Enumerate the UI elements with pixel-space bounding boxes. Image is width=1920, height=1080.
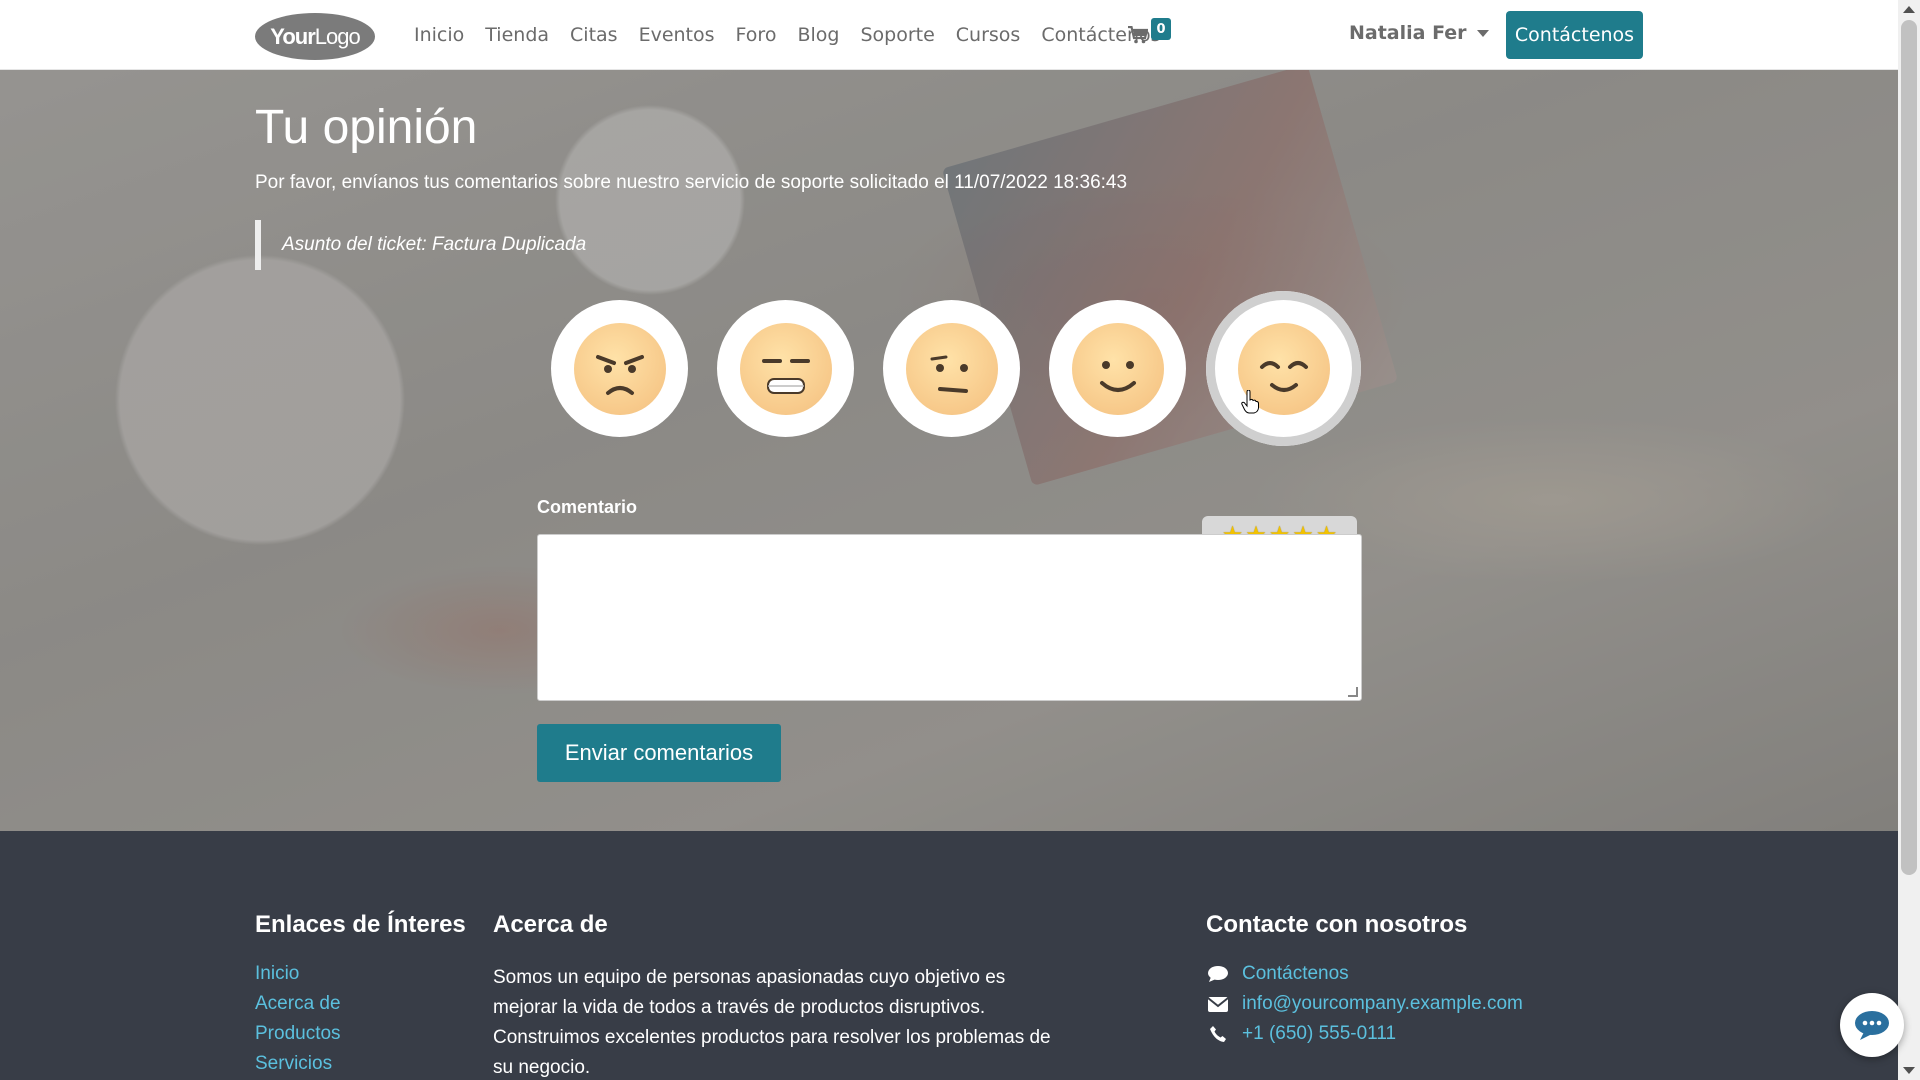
footer-about-text: Somos un equipo de personas apasionadas … bbox=[493, 967, 1051, 1078]
comment-label: Comentario bbox=[537, 497, 638, 517]
nav-link-tienda[interactable]: Tienda bbox=[485, 24, 549, 46]
nav-link-citas[interactable]: Citas bbox=[570, 24, 618, 46]
nav-link-blog[interactable]: Blog bbox=[797, 24, 839, 46]
ticket-subject-quote: Asunto del ticket: Factura Duplicada bbox=[255, 220, 586, 270]
contact-us-button[interactable]: Contáctenos bbox=[1506, 11, 1643, 59]
contact-phone: +1 (650) 555-0111 bbox=[1242, 1023, 1397, 1044]
footer-links-title: Enlaces de Ínteres bbox=[255, 911, 466, 938]
footer-link-servicios[interactable]: Servicios bbox=[255, 1053, 341, 1080]
nav-link-foro[interactable]: Foro bbox=[736, 24, 777, 46]
page-title: Tu opinión bbox=[255, 101, 478, 154]
footer-contact-link[interactable]: Contáctenos bbox=[1206, 963, 1349, 985]
rating-option-5[interactable] bbox=[1206, 291, 1361, 446]
logo-rest-text: Logo bbox=[314, 23, 361, 49]
chat-bubble-icon bbox=[1855, 1011, 1889, 1040]
page-scrollbar[interactable] bbox=[1898, 0, 1920, 1080]
feedback-hero-section: Tu opinión Por favor, envíanos tus comen… bbox=[0, 70, 1898, 831]
footer-phone-link[interactable]: +1 (650) 555-0111 bbox=[1206, 1023, 1396, 1045]
nav-link-cursos[interactable]: Cursos bbox=[956, 24, 1021, 46]
feedback-request-text: Por favor, envíanos tus comentarios sobr… bbox=[255, 172, 1128, 193]
angry-face-icon bbox=[573, 322, 666, 415]
hand-cursor-icon bbox=[1241, 390, 1259, 414]
footer-contact-title: Contacte con nosotros bbox=[1206, 911, 1468, 938]
rating-option-2[interactable] bbox=[717, 300, 854, 437]
grimacing-face-icon bbox=[739, 322, 832, 415]
footer-link-acerca[interactable]: Acerca de bbox=[255, 993, 341, 1023]
scroll-down-arrow-icon[interactable] bbox=[1903, 1067, 1915, 1074]
phone-icon bbox=[1206, 1026, 1230, 1042]
logo-bold-text: Your bbox=[270, 23, 315, 49]
cart-count-badge: 0 bbox=[1151, 18, 1171, 40]
submit-feedback-button[interactable]: Enviar comentarios bbox=[537, 724, 781, 782]
user-dropdown[interactable]: Natalia Fer bbox=[1349, 22, 1489, 44]
neutral-face-icon bbox=[905, 322, 998, 415]
nav-link-soporte[interactable]: Soporte bbox=[860, 24, 934, 46]
footer-email-link[interactable]: info@yourcompany.example.com bbox=[1206, 993, 1523, 1015]
nav-link-eventos[interactable]: Eventos bbox=[639, 24, 715, 46]
comment-textarea[interactable] bbox=[537, 534, 1362, 701]
footer-link-productos[interactable]: Productos bbox=[255, 1023, 341, 1053]
user-name: Natalia Fer bbox=[1349, 22, 1467, 44]
main-menu: Inicio Tienda Citas Eventos Foro Blog So… bbox=[414, 0, 1182, 70]
scrollbar-thumb[interactable] bbox=[1901, 20, 1917, 875]
nav-link-inicio[interactable]: Inicio bbox=[414, 24, 464, 46]
top-navbar: Your Logo Inicio Tienda Citas Eventos For… bbox=[0, 0, 1898, 70]
footer-link-inicio[interactable]: Inicio bbox=[255, 963, 341, 993]
chevron-down-icon bbox=[1476, 29, 1489, 37]
contact-link-label: Contáctenos bbox=[1242, 963, 1349, 984]
rating-option-1[interactable] bbox=[551, 300, 688, 437]
company-logo[interactable]: Your Logo bbox=[255, 13, 375, 60]
slightly-smiling-face-icon bbox=[1071, 322, 1164, 415]
contact-email: info@yourcompany.example.com bbox=[1242, 993, 1523, 1014]
rating-option-3[interactable] bbox=[883, 300, 1020, 437]
scroll-up-arrow-icon[interactable] bbox=[1903, 6, 1915, 13]
site-footer: Enlaces de Ínteres Inicio Acerca de Prod… bbox=[0, 831, 1898, 1080]
cart-button[interactable]: 0 bbox=[1128, 18, 1172, 52]
comment-icon bbox=[1206, 965, 1230, 983]
envelope-icon bbox=[1206, 996, 1230, 1012]
footer-links-list: Inicio Acerca de Productos Servicios bbox=[255, 963, 341, 1080]
live-chat-button[interactable] bbox=[1840, 993, 1904, 1057]
footer-about-title: Acerca de bbox=[493, 911, 608, 938]
resize-handle-icon[interactable] bbox=[1348, 687, 1358, 697]
rating-option-4[interactable] bbox=[1049, 300, 1186, 437]
cart-icon bbox=[1128, 26, 1148, 44]
